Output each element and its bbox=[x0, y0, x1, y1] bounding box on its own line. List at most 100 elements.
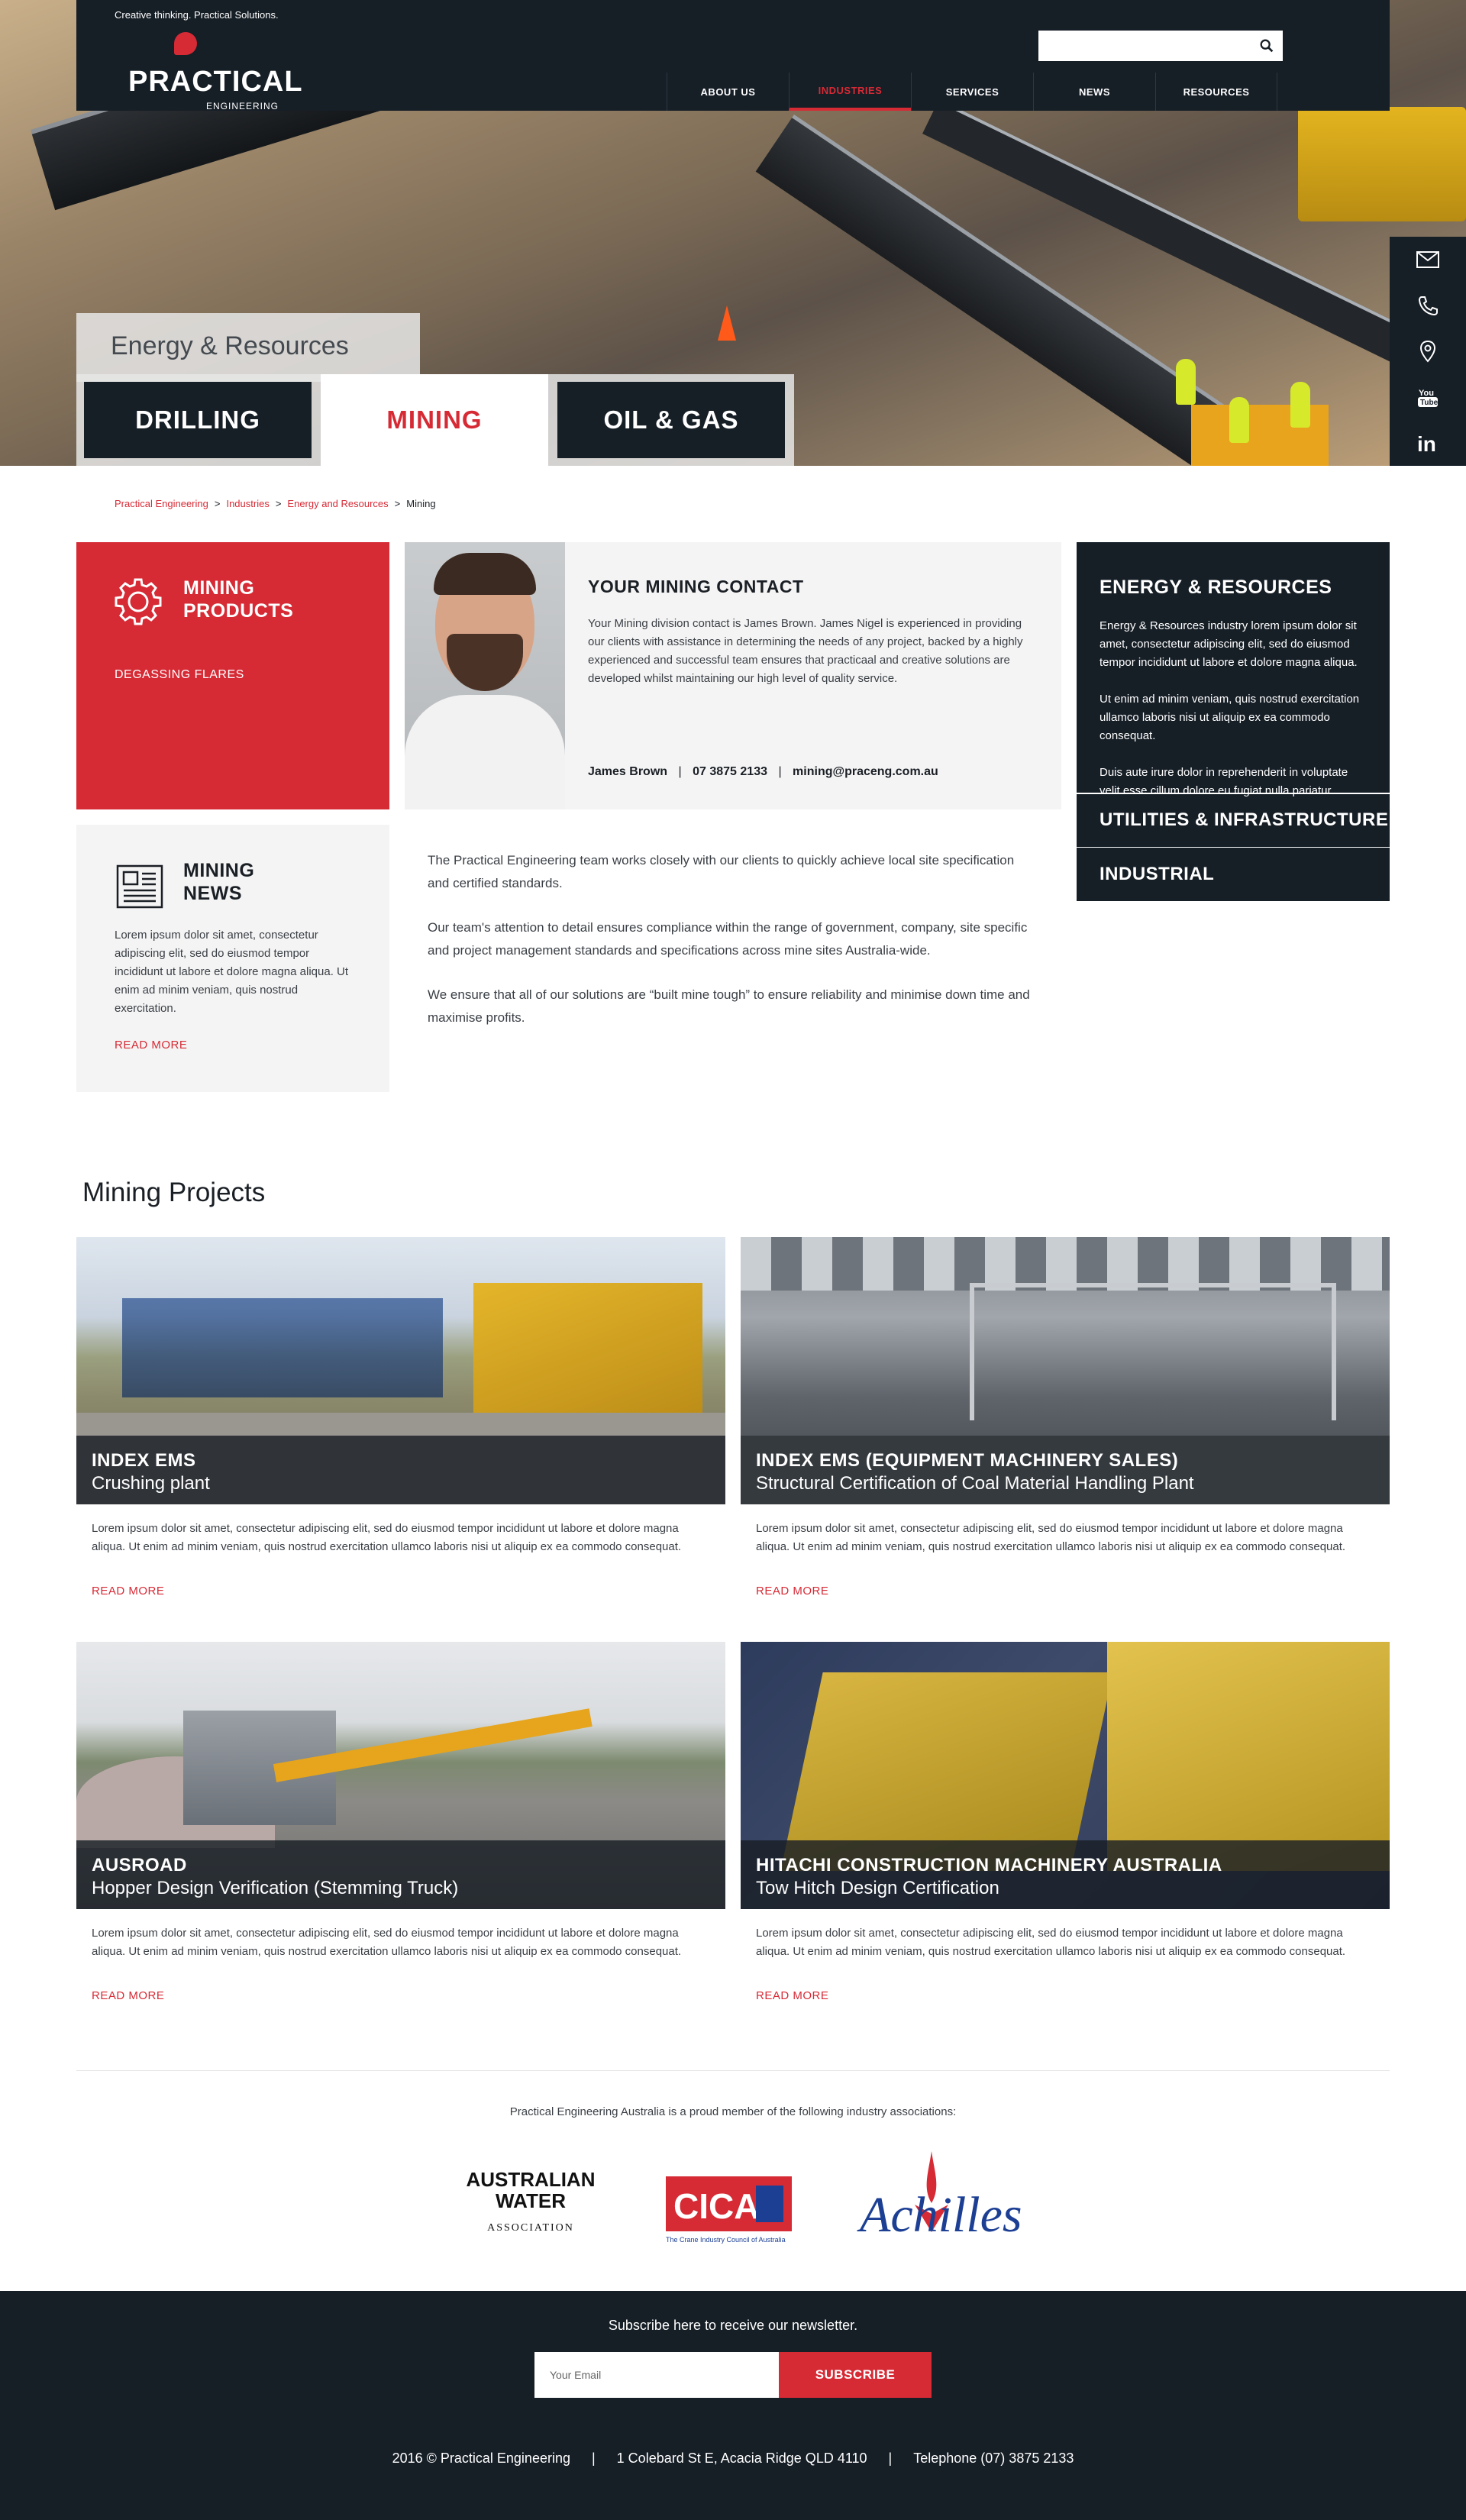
copyright: 2016 © Practical Engineering bbox=[392, 2451, 570, 2466]
logo[interactable]: PRACTICAL ENGINEERING bbox=[128, 32, 302, 111]
project-caption: INDEX EMS Crushing plant bbox=[76, 1436, 725, 1504]
gear-icon bbox=[115, 578, 162, 625]
energy-resources-panel: ENERGY & RESOURCES Energy & Resources in… bbox=[1077, 542, 1390, 901]
main-nav: ABOUT US INDUSTRIES SERVICES NEWS RESOUR… bbox=[667, 73, 1277, 111]
photo-hair bbox=[434, 553, 536, 595]
footer-separator: | bbox=[591, 2451, 596, 2466]
australian-water-association-logo[interactable]: AUSTRALIAN WATER ASSOCIATION bbox=[454, 2169, 607, 2245]
project-name: Structural Certification of Coal Materia… bbox=[756, 1473, 1194, 1494]
breadcrumb-separator: > bbox=[394, 498, 401, 509]
newsletter-prompt: Subscribe here to receive our newsletter… bbox=[608, 2318, 858, 2333]
cica-caption: The Crane Industry Council of Australia bbox=[666, 2236, 786, 2244]
contact-body: Your Mining division contact is James Br… bbox=[588, 617, 1023, 685]
search-input[interactable] bbox=[1038, 31, 1283, 61]
contact-title: YOUR MINING CONTACT bbox=[588, 577, 804, 596]
logo-sub: ENGINEERING bbox=[206, 101, 279, 111]
cica-text: CICA bbox=[673, 2186, 760, 2226]
breadcrumb-current: Mining bbox=[406, 498, 436, 509]
location-icon[interactable] bbox=[1390, 328, 1466, 374]
project-caption: AUSROAD Hopper Design Verification (Stem… bbox=[76, 1840, 725, 1909]
tab-mining[interactable]: MINING bbox=[321, 374, 548, 466]
project-read-more-link[interactable]: READ MORE bbox=[756, 1585, 828, 1598]
linkedin-icon[interactable]: in bbox=[1390, 420, 1466, 466]
tab-drilling[interactable]: DRILLING bbox=[84, 382, 312, 458]
news-title-line: NEWS bbox=[183, 883, 242, 904]
nav-services[interactable]: SERVICES bbox=[911, 73, 1033, 111]
intro-paragraph: The Practical Engineering team works clo… bbox=[428, 853, 1015, 890]
project-card[interactable]: INDEX EMS Crushing plant Lorem ipsum dol… bbox=[76, 1237, 725, 1611]
site-header: Creative thinking. Practical Solutions. … bbox=[76, 0, 1390, 111]
contact-separator: | bbox=[778, 765, 782, 778]
section-divider bbox=[76, 2070, 1390, 2071]
search-icon[interactable] bbox=[1258, 37, 1275, 54]
subscribe-button[interactable]: SUBSCRIBE bbox=[779, 2352, 932, 2398]
project-card[interactable]: HITACHI CONSTRUCTION MACHINERY AUSTRALIA… bbox=[741, 1642, 1390, 2016]
nav-industries[interactable]: INDUSTRIES bbox=[789, 73, 911, 111]
project-read-more-link[interactable]: READ MORE bbox=[92, 1989, 164, 2002]
youtube-icon[interactable]: You Tube bbox=[1390, 374, 1466, 420]
project-image-machine bbox=[1107, 1642, 1390, 1871]
footer-separator: | bbox=[888, 2451, 893, 2466]
contact-email[interactable]: mining@praceng.com.au bbox=[793, 765, 938, 778]
project-name: Crushing plant bbox=[92, 1473, 210, 1494]
site-footer: Subscribe here to receive our newsletter… bbox=[0, 2291, 1466, 2520]
cica-logo[interactable]: CICA The Crane Industry Council of Austr… bbox=[666, 2176, 794, 2249]
phone-icon[interactable] bbox=[1390, 283, 1466, 328]
mining-news-card: MINING NEWS Lorem ipsum dolor sit amet, c… bbox=[76, 825, 389, 1092]
nav-about-us[interactable]: ABOUT US bbox=[667, 73, 789, 111]
footer-address: 1 Colebard St E, Acacia Ridge QLD 4110 bbox=[616, 2451, 867, 2466]
email-field[interactable]: Your Email bbox=[534, 2352, 779, 2398]
svg-text:Tube: Tube bbox=[1420, 399, 1439, 407]
tab-oil-gas[interactable]: OIL & GAS bbox=[557, 382, 785, 458]
project-client: INDEX EMS bbox=[92, 1450, 196, 1471]
achilles-logo[interactable]: Achilles bbox=[855, 2150, 1022, 2249]
hero-label-text: Energy & Resources bbox=[111, 331, 349, 360]
australian-flag-icon bbox=[756, 2186, 783, 2222]
associations-intro: Practical Engineering Australia is a pro… bbox=[509, 2105, 957, 2118]
project-client: HITACHI CONSTRUCTION MACHINERY AUSTRALIA bbox=[756, 1855, 1222, 1875]
project-read-more-link[interactable]: READ MORE bbox=[92, 1585, 164, 1598]
project-caption: INDEX EMS (EQUIPMENT MACHINERY SALES) St… bbox=[741, 1436, 1390, 1504]
project-name: Hopper Design Verification (Stemming Tru… bbox=[92, 1878, 459, 1898]
mining-products-card: MINING PRODUCTS DEGASSING FLARES bbox=[76, 542, 389, 809]
project-card[interactable]: AUSROAD Hopper Design Verification (Stem… bbox=[76, 1642, 725, 2016]
achilles-word: Achilles bbox=[860, 2187, 1022, 2243]
industry-link-industrial[interactable]: INDUSTRIAL bbox=[1077, 847, 1390, 900]
product-link-degassing-flares[interactable]: DEGASSING FLARES bbox=[115, 668, 244, 682]
contact-photo bbox=[405, 542, 565, 809]
project-body: Lorem ipsum dolor sit amet, consectetur … bbox=[92, 1927, 682, 1958]
projects-title: Mining Projects bbox=[82, 1178, 266, 1207]
svg-text:You: You bbox=[1419, 389, 1434, 398]
breadcrumb-link[interactable]: Practical Engineering bbox=[115, 498, 208, 509]
energy-text: Energy & Resources industry lorem ipsum … bbox=[1100, 617, 1371, 819]
nav-news[interactable]: NEWS bbox=[1033, 73, 1155, 111]
nav-resources[interactable]: RESOURCES bbox=[1155, 73, 1277, 111]
contact-phone[interactable]: 07 3875 2133 bbox=[693, 765, 767, 778]
hero-worker bbox=[1176, 359, 1196, 405]
logo-name: PRACTICAL bbox=[128, 66, 303, 98]
intro-paragraph: We ensure that all of our solutions are … bbox=[428, 987, 1030, 1025]
project-client: AUSROAD bbox=[92, 1855, 187, 1875]
breadcrumb-link[interactable]: Energy and Resources bbox=[287, 498, 388, 509]
contact-name: James Brown bbox=[588, 765, 668, 778]
project-image-structure bbox=[970, 1283, 1336, 1420]
awa-line: AUSTRALIAN bbox=[466, 2168, 596, 2191]
project-read-more-link[interactable]: READ MORE bbox=[756, 1989, 828, 2002]
products-title-line: MINING bbox=[183, 577, 255, 599]
svg-text:in: in bbox=[1417, 432, 1436, 454]
energy-title[interactable]: ENERGY & RESOURCES bbox=[1100, 577, 1332, 599]
hero-machinery bbox=[1298, 107, 1466, 221]
news-read-more-link[interactable]: READ MORE bbox=[115, 1039, 187, 1052]
contact-separator: | bbox=[678, 765, 682, 778]
hero-worker bbox=[1290, 382, 1310, 428]
breadcrumb-link[interactable]: Industries bbox=[226, 498, 269, 509]
footer-phone[interactable]: Telephone (07) 3875 2133 bbox=[913, 2451, 1074, 2466]
photo-beard bbox=[447, 634, 523, 691]
industry-link-utilities[interactable]: UTILITIES & INFRASTRUCTURE bbox=[1077, 793, 1390, 846]
mail-icon[interactable] bbox=[1390, 237, 1466, 283]
mining-intro-text: The Practical Engineering team works clo… bbox=[428, 849, 1038, 1051]
project-card[interactable]: INDEX EMS (EQUIPMENT MACHINERY SALES) St… bbox=[741, 1237, 1390, 1611]
breadcrumb-separator: > bbox=[214, 498, 221, 509]
products-title-line: PRODUCTS bbox=[183, 600, 294, 622]
news-title: MINING NEWS bbox=[183, 859, 254, 905]
